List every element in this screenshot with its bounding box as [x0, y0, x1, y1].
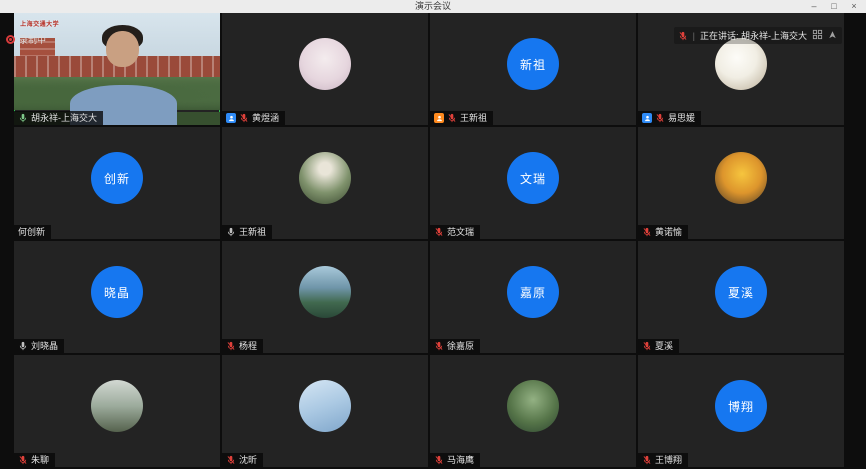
- grid-view-icon[interactable]: [812, 29, 823, 42]
- window-controls: – □ ×: [804, 0, 864, 13]
- participant-tile[interactable]: 创新 何创新: [14, 127, 220, 239]
- avatar: 晓晶: [91, 266, 143, 318]
- avatar: 文瑞: [507, 152, 559, 204]
- participant-name: 王新祖: [460, 113, 487, 123]
- avatar: [507, 380, 559, 432]
- participant-nameplate: 夏溪: [638, 339, 679, 353]
- participant-name: 黄煜涵: [252, 113, 279, 123]
- video-feed: 上海交通大学: [14, 13, 220, 125]
- participant-tile[interactable]: 黄诺愉: [638, 127, 844, 239]
- mic-muted-icon: [239, 113, 249, 123]
- participant-nameplate: 黄诺愉: [638, 225, 688, 239]
- avatar: [715, 38, 767, 90]
- participant-nameplate: 朱聊: [14, 453, 55, 467]
- participant-name: 刘晓晶: [31, 341, 58, 351]
- mic-muted-icon: [642, 341, 652, 351]
- participant-name: 沈昕: [239, 455, 257, 465]
- member-badge-icon: [226, 113, 236, 123]
- pointer-icon[interactable]: [827, 29, 838, 42]
- mic-muted-icon: [18, 455, 28, 465]
- participant-name: 何创新: [18, 227, 45, 237]
- avatar: 创新: [91, 152, 143, 204]
- mic-muted-icon: [434, 341, 444, 351]
- participant-name: 朱聊: [31, 455, 49, 465]
- participant-tile[interactable]: 晓晶 刘晓晶: [14, 241, 220, 353]
- mic-muted-icon: [642, 227, 652, 237]
- mic-speaking-icon: [18, 113, 28, 123]
- meeting-window: 演示会议 – □ × 上海交通大学 胡永祥-上海交大: [0, 0, 866, 469]
- avatar: [299, 152, 351, 204]
- participant-name: 徐嘉原: [447, 341, 474, 351]
- participant-name: 夏溪: [655, 341, 673, 351]
- participant-nameplate: 易思媛: [638, 111, 701, 125]
- window-title: 演示会议: [0, 0, 866, 13]
- avatar: 新祖: [507, 38, 559, 90]
- mic-muted-icon: [434, 227, 444, 237]
- participant-tile[interactable]: 新祖 王新祖: [430, 13, 636, 125]
- mic-on-icon: [18, 341, 28, 351]
- close-button[interactable]: ×: [844, 0, 864, 13]
- member-badge-icon: [642, 113, 652, 123]
- mic-muted-icon: [226, 455, 236, 465]
- participant-tile[interactable]: 马海鹰: [430, 355, 636, 467]
- minimize-button[interactable]: –: [804, 0, 824, 13]
- divider: |: [693, 31, 695, 41]
- recording-indicator: 录制中: [6, 33, 46, 46]
- mic-muted-icon: [447, 113, 457, 123]
- participant-tile[interactable]: 朱聊: [14, 355, 220, 467]
- participant-tile[interactable]: 博翔 王博翔: [638, 355, 844, 467]
- mic-on-icon: [226, 227, 236, 237]
- avatar: [299, 266, 351, 318]
- mic-muted-icon: [678, 31, 688, 41]
- participant-nameplate: 黄煜涵: [222, 111, 285, 125]
- recording-label: 录制中: [19, 33, 46, 46]
- mic-muted-icon: [642, 455, 652, 465]
- titlebar: 演示会议 – □ ×: [0, 0, 866, 14]
- participant-tile[interactable]: 王新祖: [222, 127, 428, 239]
- participant-nameplate: 胡永祥-上海交大: [14, 111, 103, 125]
- participant-nameplate: 徐嘉原: [430, 339, 480, 353]
- speaking-label: 正在讲话: 胡永祥-上海交大: [700, 29, 807, 42]
- record-icon: [6, 35, 15, 44]
- avatar: 夏溪: [715, 266, 767, 318]
- university-logo: 上海交通大学: [20, 19, 59, 28]
- participant-name: 范文瑞: [447, 227, 474, 237]
- mic-muted-icon: [434, 455, 444, 465]
- participant-name: 王新祖: [239, 227, 266, 237]
- participant-name: 易思媛: [668, 113, 695, 123]
- participant-nameplate: 王新祖: [222, 225, 272, 239]
- gallery-view: 上海交通大学 胡永祥-上海交大 黄煜涵 新祖: [0, 13, 866, 469]
- avatar: [299, 38, 351, 90]
- participant-nameplate: 马海鹰: [430, 453, 480, 467]
- maximize-button[interactable]: □: [824, 0, 844, 13]
- avatar: [715, 152, 767, 204]
- participant-nameplate: 杨程: [222, 339, 263, 353]
- participant-nameplate: 刘晓晶: [14, 339, 64, 353]
- avatar: [91, 380, 143, 432]
- participant-nameplate: 王博翔: [638, 453, 688, 467]
- avatar: [299, 380, 351, 432]
- avatar: 博翔: [715, 380, 767, 432]
- participant-name: 黄诺愉: [655, 227, 682, 237]
- participant-nameplate: 沈昕: [222, 453, 263, 467]
- participant-name: 马海鹰: [447, 455, 474, 465]
- participant-nameplate: 王新祖: [430, 111, 493, 125]
- participant-name: 胡永祥-上海交大: [31, 113, 97, 123]
- participant-tile[interactable]: 黄煜涵: [222, 13, 428, 125]
- mic-muted-icon: [226, 341, 236, 351]
- participant-tile[interactable]: 杨程: [222, 241, 428, 353]
- participant-tile[interactable]: 沈昕: [222, 355, 428, 467]
- avatar: 嘉原: [507, 266, 559, 318]
- participant-tile[interactable]: 嘉原 徐嘉原: [430, 241, 636, 353]
- participant-tile[interactable]: 上海交通大学 胡永祥-上海交大: [14, 13, 220, 125]
- participant-nameplate: 何创新: [14, 225, 51, 239]
- mic-muted-icon: [655, 113, 665, 123]
- participant-tile[interactable]: 文瑞 范文瑞: [430, 127, 636, 239]
- participant-name: 杨程: [239, 341, 257, 351]
- participant-nameplate: 范文瑞: [430, 225, 480, 239]
- participant-tile[interactable]: 夏溪 夏溪: [638, 241, 844, 353]
- participant-name: 王博翔: [655, 455, 682, 465]
- host-badge-icon: [434, 113, 444, 123]
- speaking-indicator: | 正在讲话: 胡永祥-上海交大: [674, 27, 842, 44]
